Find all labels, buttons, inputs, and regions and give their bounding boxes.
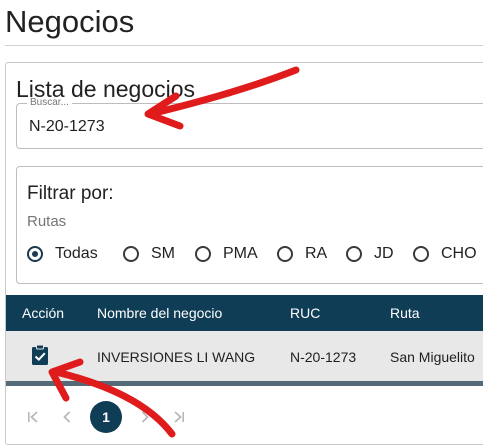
clipboard-check-icon[interactable]	[30, 344, 50, 366]
radio-label: RA	[305, 245, 328, 262]
title-divider	[5, 45, 483, 46]
first-page-icon[interactable]	[22, 399, 44, 435]
radio-label: Todas	[55, 245, 98, 262]
prev-page-icon[interactable]	[56, 399, 78, 435]
search-field[interactable]: Buscar...	[16, 97, 483, 149]
radio-pma[interactable]: PMA	[195, 243, 258, 265]
radio-unselected-icon[interactable]	[346, 246, 362, 262]
column-header-action[interactable]: Acción	[22, 305, 64, 321]
radio-todas[interactable]: Todas	[27, 243, 98, 265]
radio-selected-icon[interactable]	[27, 246, 43, 262]
search-input[interactable]	[29, 118, 429, 136]
search-label: Buscar...	[27, 97, 72, 108]
radio-cho[interactable]: CHO	[413, 243, 477, 265]
horizontal-scrollbar[interactable]	[6, 381, 483, 386]
radio-ra[interactable]: RA	[277, 243, 327, 265]
radio-unselected-icon[interactable]	[195, 246, 211, 262]
last-page-icon[interactable]	[168, 399, 190, 435]
radio-label: CHO	[441, 245, 477, 262]
filter-panel: Filtrar por: Rutas Todas SM PMA RA JD CH…	[16, 166, 483, 284]
column-header-name[interactable]: Nombre del negocio	[97, 305, 222, 321]
next-page-icon[interactable]	[134, 399, 156, 435]
page-title: Negocios	[5, 4, 135, 39]
page-1-button[interactable]: 1	[90, 401, 122, 433]
radio-unselected-icon[interactable]	[277, 246, 293, 262]
table-header: Acción Nombre del negocio RUC Ruta	[6, 295, 483, 331]
column-header-ruc[interactable]: RUC	[290, 305, 320, 321]
column-header-route[interactable]: Ruta	[390, 305, 420, 321]
radio-jd[interactable]: JD	[346, 243, 394, 265]
cell-name: INVERSIONES LI WANG	[97, 349, 256, 365]
radio-label: PMA	[223, 245, 258, 262]
radio-sm[interactable]: SM	[123, 243, 175, 265]
radio-label: SM	[151, 245, 175, 262]
radio-unselected-icon[interactable]	[413, 246, 429, 262]
table-row: INVERSIONES LI WANG N-20-1273 San Miguel…	[6, 331, 483, 381]
cell-ruc: N-20-1273	[290, 349, 357, 365]
pagination: 1	[6, 399, 483, 435]
business-list-card: Lista de negocios Buscar... Filtrar por:…	[5, 62, 483, 445]
filter-title: Filtrar por:	[27, 183, 114, 204]
routes-label: Rutas	[27, 213, 67, 230]
radio-unselected-icon[interactable]	[123, 246, 139, 262]
cell-route: San Miguelito	[390, 349, 475, 365]
radio-label: JD	[374, 245, 394, 262]
